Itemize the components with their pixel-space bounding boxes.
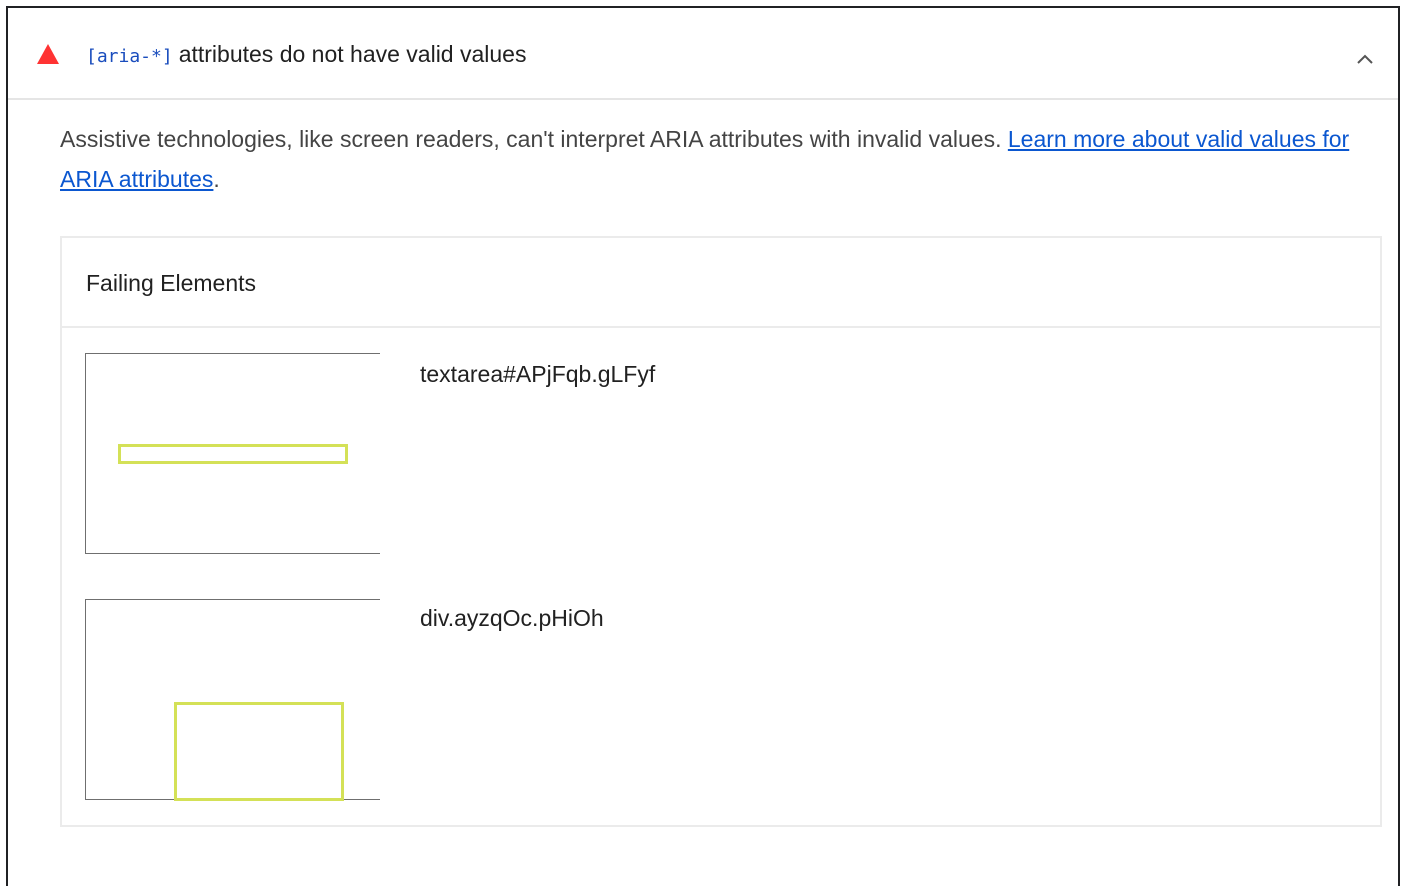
table-header-label: Failing Elements — [86, 270, 257, 296]
element-selector: textarea#APjFqb.gLFyf — [420, 361, 656, 387]
failing-elements-table: Failing Elements textarea#APjFqb.gLFyf d… — [60, 236, 1382, 827]
element-selector: div.ayzqOc.pHiOh — [420, 605, 604, 631]
table-header: Failing Elements — [62, 238, 1380, 328]
chevron-up-icon[interactable] — [1353, 48, 1377, 72]
element-screenshot-thumbnail[interactable] — [85, 599, 380, 801]
audit-title-code: [aria-*] — [86, 46, 173, 67]
element-highlight-box — [174, 702, 344, 801]
description-text: Assistive technologies, like screen read… — [60, 126, 1008, 152]
description-trailing: . — [213, 166, 220, 192]
audit-title-text: attributes do not have valid values — [178, 41, 527, 67]
element-screenshot-thumbnail[interactable] — [85, 353, 380, 554]
table-row: textarea#APjFqb.gLFyf — [62, 328, 1380, 576]
audit-header[interactable]: [aria-*] attributes do not have valid val… — [8, 8, 1398, 100]
audit-description: Assistive technologies, like screen read… — [60, 119, 1380, 199]
table-row: div.ayzqOc.pHiOh — [62, 576, 1380, 824]
audit-title: [aria-*] attributes do not have valid val… — [86, 39, 526, 72]
element-highlight-box — [118, 444, 348, 464]
audit-panel: [aria-*] attributes do not have valid val… — [6, 6, 1400, 886]
warning-triangle-icon — [37, 44, 59, 64]
